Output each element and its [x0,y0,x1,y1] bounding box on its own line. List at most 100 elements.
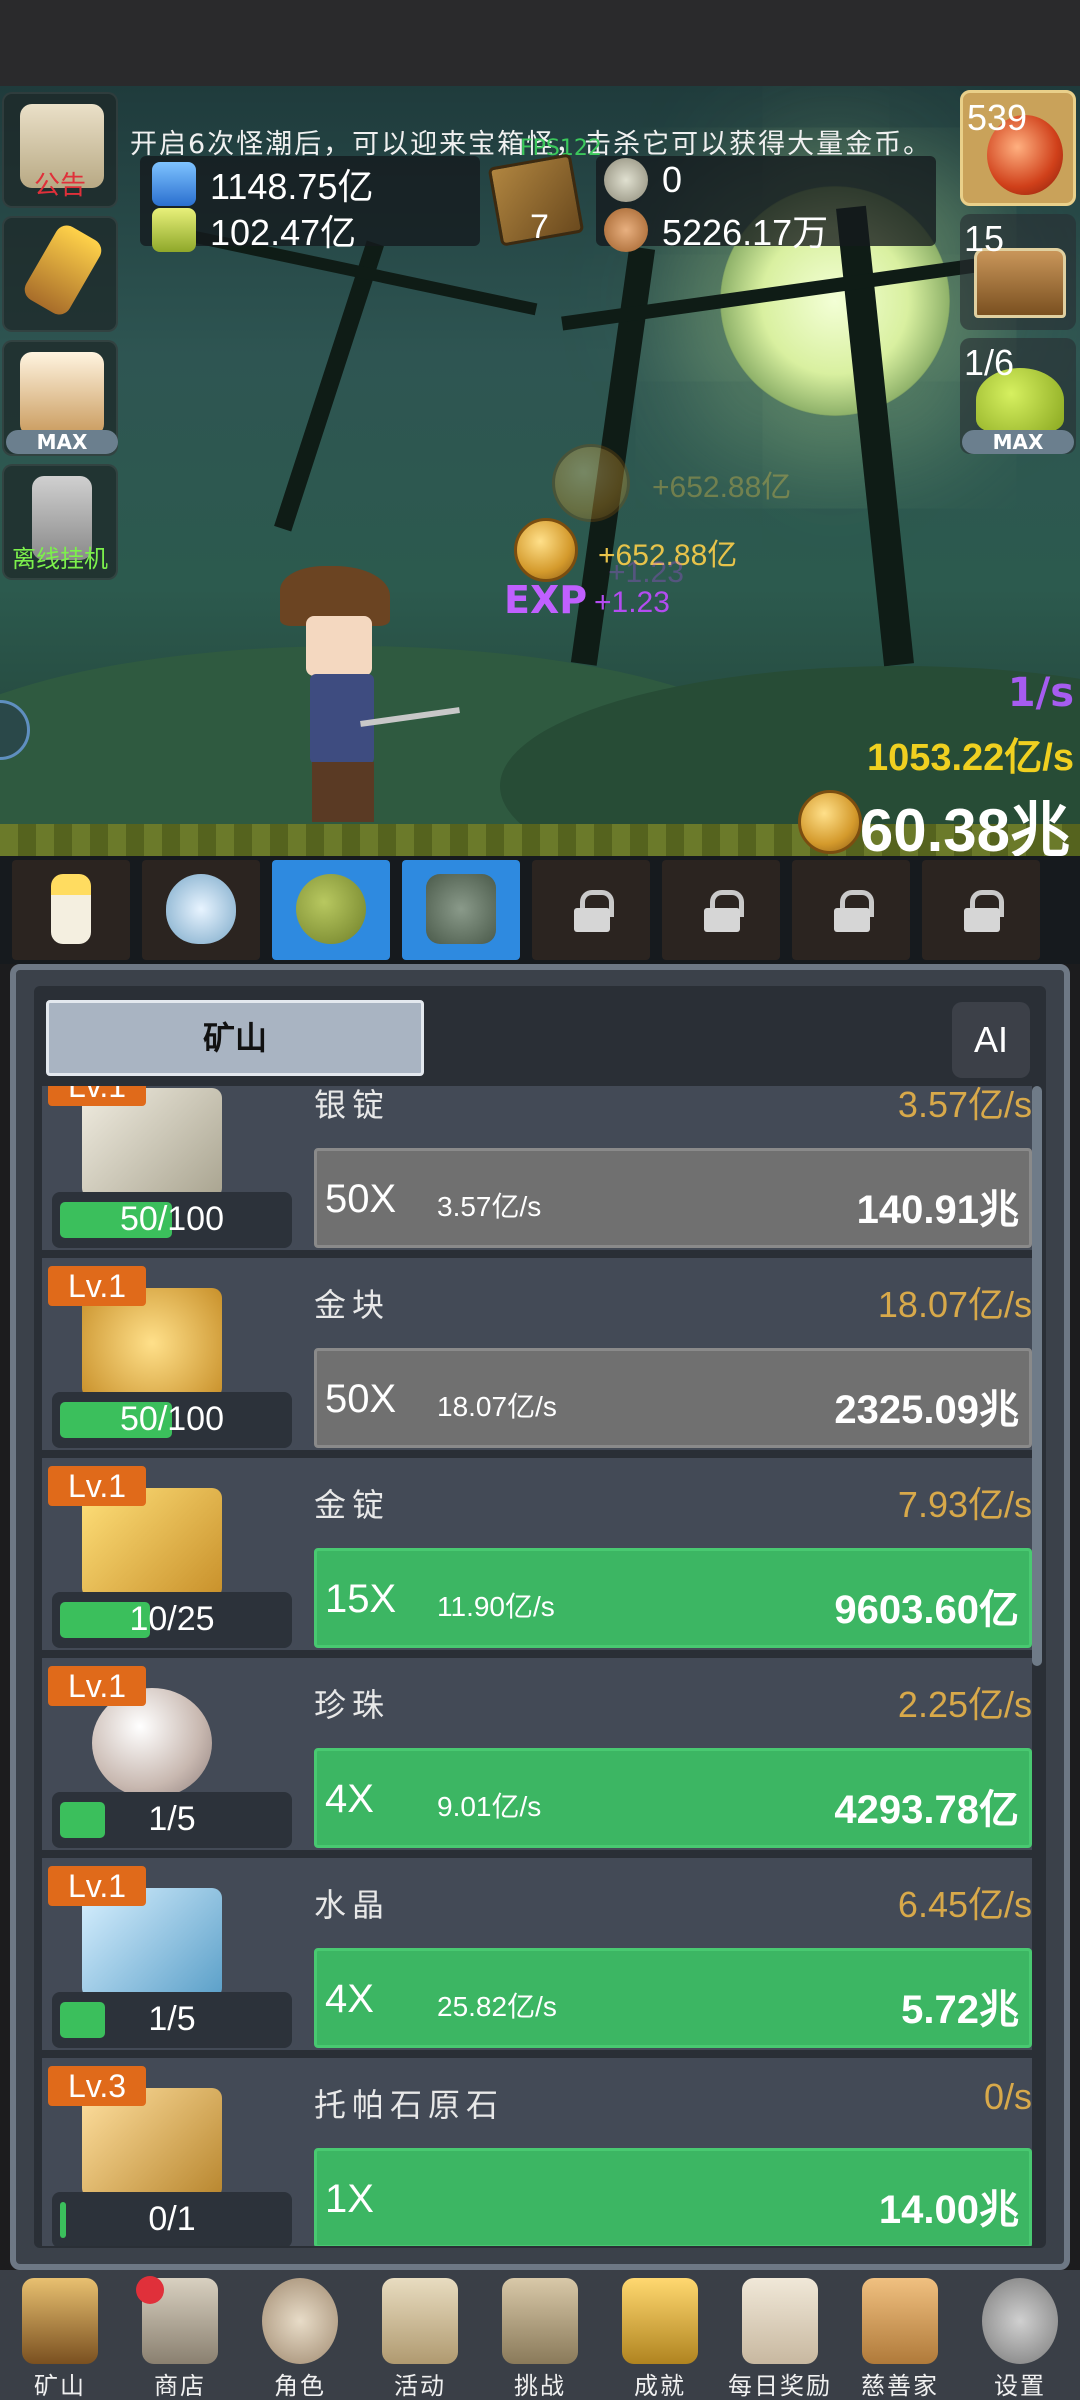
lock-icon [704,890,744,932]
nav-challenge[interactable]: 挑战 [480,2270,600,2400]
upgrade-multiplier: 4X [325,1777,374,1821]
candle-slot[interactable] [12,860,130,960]
item-name: 金块 [314,1286,391,1324]
slime-monster-slot[interactable] [272,860,390,960]
tab-mine[interactable]: 矿山 [46,1000,424,1076]
item-progress-bar: 1/5 [52,1792,292,1848]
shell-amount: 5226.17万 [662,212,829,253]
notice-button[interactable]: 公告 [2,92,118,208]
mine-panel: 矿山 AI Lv.1 50/100 银锭 3.57亿/s 50X 3.57亿/s 140.9… [10,964,1070,2270]
mine-panel-inner: 矿山 AI Lv.1 50/100 银锭 3.57亿/s 50X 3.57亿/s 140.9… [34,986,1046,2248]
nav-shop[interactable]: 商店 [120,2270,240,2400]
slime-button[interactable]: 1/6 MAX [960,338,1076,454]
hero-legs [312,762,374,822]
nav-mine[interactable]: 矿山 [0,2270,120,2400]
upgrade-rate-gain: 11.90亿/s [437,1591,555,1622]
shell-resource: 5226.17万 [604,204,828,256]
tree-trunk [274,240,384,532]
nav-label: 设置 [994,2372,1046,2400]
nav-character[interactable]: 角色 [240,2270,360,2400]
nav-label: 活动 [394,2372,446,2400]
mine-list-scrollbar[interactable] [1032,1086,1042,2246]
upgrade-multiplier: 50X [325,1177,397,1221]
item-progress-text: 50/100 [120,1400,224,1438]
book-button[interactable]: 7 [487,153,585,247]
upgrade-button[interactable]: 4X 25.82亿/s 5.72兆 [314,1948,1032,2048]
lantern-icon [22,2278,98,2364]
nav-events[interactable]: 活动 [360,2270,480,2400]
offline-idle-button[interactable]: 离线挂机 [2,464,118,580]
coin-icon [514,518,578,582]
ai-button[interactable]: AI [952,1002,1030,1078]
nav-label: 每日奖励 [728,2372,832,2400]
upgrade-multiplier: 50X [325,1377,397,1421]
book-count: 7 [530,208,549,246]
upgrade-button[interactable]: 1X 14.00兆 [314,2148,1032,2246]
notification-badge [136,2276,164,2304]
mine-item-list[interactable]: Lv.1 50/100 银锭 3.57亿/s 50X 3.57亿/s 140.91兆 Lv.1… [42,1086,1042,2246]
blue-potion-amount: 1148.75亿 [210,166,374,207]
item-rate: 0/s [983,2076,1032,2117]
lock-icon [574,890,614,932]
upgrade-button[interactable]: 15X 11.90亿/s 9603.60亿 [314,1548,1032,1648]
game-scene[interactable]: 开启6次怪潮后，可以迎来宝箱怪，击杀它可以获得大量金币。 FPS122 1148… [0,86,1080,856]
nav-label: 挑战 [514,2372,566,2400]
upgrade-multiplier: 15X [325,1577,397,1621]
item-name: 金锭 [314,1486,391,1524]
silver-coin-amount: 0 [662,159,683,200]
treasure-chest-button[interactable]: 15 [960,214,1076,330]
potion-shop-button[interactable]: 539 [960,90,1076,206]
locked-slot-1[interactable] [532,860,650,960]
silver-coin-icon [604,158,648,202]
nav-philanthropist[interactable]: 慈善家 [840,2270,960,2400]
green-potion-amount: 102.47亿 [210,212,357,253]
egg-slot[interactable] [142,860,260,960]
item-progress-bar: 50/100 [52,1192,292,1248]
locked-slot-3[interactable] [792,860,910,960]
bread-icon [862,2278,938,2364]
exp-gain-ghost: +1.23 [608,556,684,589]
green-potion-icon [152,208,196,252]
item-name: 银锭 [314,1086,391,1124]
nav-label: 矿山 [34,2372,86,2400]
scroll-thumb[interactable] [1032,1086,1042,1666]
item-progress-text: 1/5 [148,1800,196,1838]
item-level-badge: Lv.1 [48,1466,146,1506]
skull-icon [262,2278,338,2364]
scroll-icon [382,2278,458,2364]
item-rate: 6.45亿/s [897,1884,1032,1925]
item-progress-bar: 0/1 [52,2192,292,2246]
slime-monster-icon [296,874,366,944]
mine-item-row: Lv.3 0/1 托帕石原石 0/s 1X 14.00兆 [42,2058,1042,2246]
exp-label: EXP [504,578,588,622]
beer-mug-icon [20,352,104,436]
upgrade-button[interactable]: 4X 9.01亿/s 4293.78亿 [314,1748,1032,1848]
torch-button[interactable] [2,216,118,332]
locked-slot-4[interactable] [922,860,1040,960]
monster-selector [0,856,1080,964]
nav-achievements[interactable]: 成就 [600,2270,720,2400]
map-icon [502,2278,578,2364]
mine-item-row: Lv.1 50/100 金块 18.07亿/s 50X 18.07亿/s 2325.09兆 [42,1258,1042,1454]
nav-daily-reward[interactable]: 每日奖励 [720,2270,840,2400]
upgrade-cost: 5.72兆 [901,1988,1019,2032]
nav-settings[interactable]: 设置 [960,2270,1080,2400]
item-progress-bar: 50/100 [52,1392,292,1448]
shell-icon [604,208,648,252]
locked-slot-2[interactable] [662,860,780,960]
upgrade-button[interactable]: 50X 3.57亿/s 140.91兆 [314,1148,1032,1248]
zombie-slot[interactable] [402,860,520,960]
pirate-hero [270,566,460,826]
key-icon [622,2278,698,2364]
total-gold: 60.38兆 [859,797,1070,856]
item-level-badge: Lv.1 [48,1266,146,1306]
item-progress-bar: 1/5 [52,1992,292,2048]
upgrade-button[interactable]: 50X 18.07亿/s 2325.09兆 [314,1348,1032,1448]
upgrade-rate-gain: 18.07亿/s [437,1391,557,1422]
blue-potion-resource: 1148.75亿 [152,158,373,210]
upgrade-cost: 9603.60亿 [834,1588,1019,1632]
item-level-badge: Lv.1 [48,1666,146,1706]
envelope-icon [742,2278,818,2364]
beer-button[interactable]: MAX [2,340,118,456]
slime-count: 1/6 [964,342,1015,383]
